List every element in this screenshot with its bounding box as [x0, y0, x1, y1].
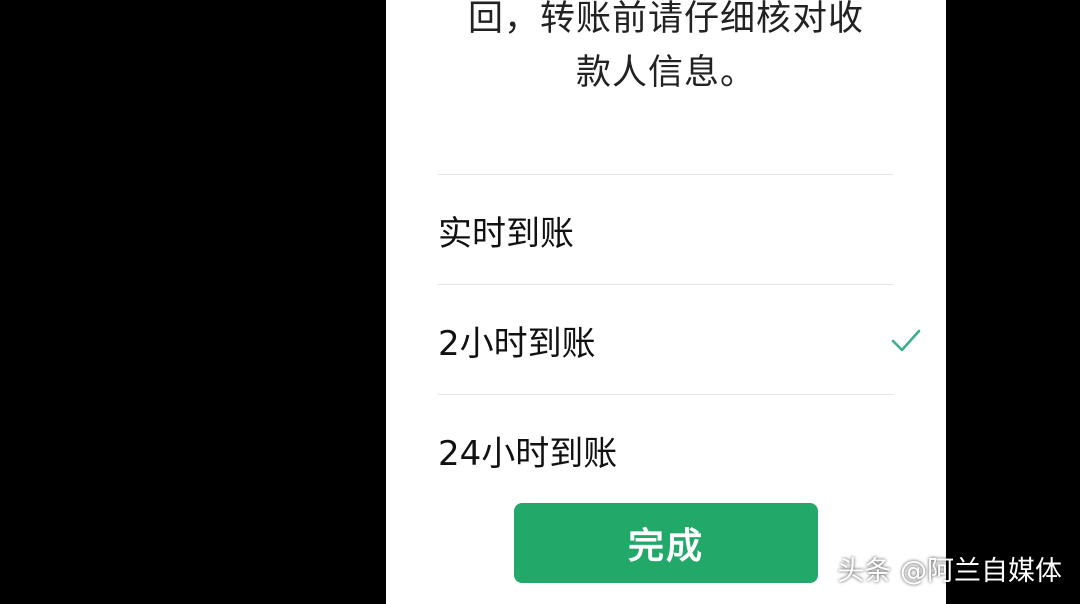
divider: [438, 284, 894, 285]
screen: 回，转账前请仔细核对收 款人信息。 实时到账 2小时到账 24小时到账 完成 头…: [0, 0, 1080, 604]
divider: [438, 174, 894, 175]
option-label: 实时到账: [438, 213, 574, 254]
option-label: 24小时到账: [438, 433, 618, 474]
transfer-speed-sheet: 回，转账前请仔细核对收 款人信息。 实时到账 2小时到账 24小时到账 完成: [386, 0, 946, 604]
option-realtime[interactable]: 实时到账: [438, 176, 922, 284]
divider: [438, 394, 894, 395]
done-button[interactable]: 完成: [514, 503, 818, 583]
description-line-2: 款人信息。: [575, 53, 756, 93]
watermark: 头条 @阿兰自媒体: [837, 556, 1062, 587]
check-icon: [891, 329, 921, 352]
option-24-hours[interactable]: 24小时到账: [438, 396, 922, 504]
description-line-1: 回，转账前请仔细核对收: [467, 0, 864, 39]
warning-description: 回，转账前请仔细核对收 款人信息。: [386, 0, 946, 100]
option-2-hours[interactable]: 2小时到账: [438, 286, 922, 394]
option-label: 2小时到账: [438, 323, 596, 364]
